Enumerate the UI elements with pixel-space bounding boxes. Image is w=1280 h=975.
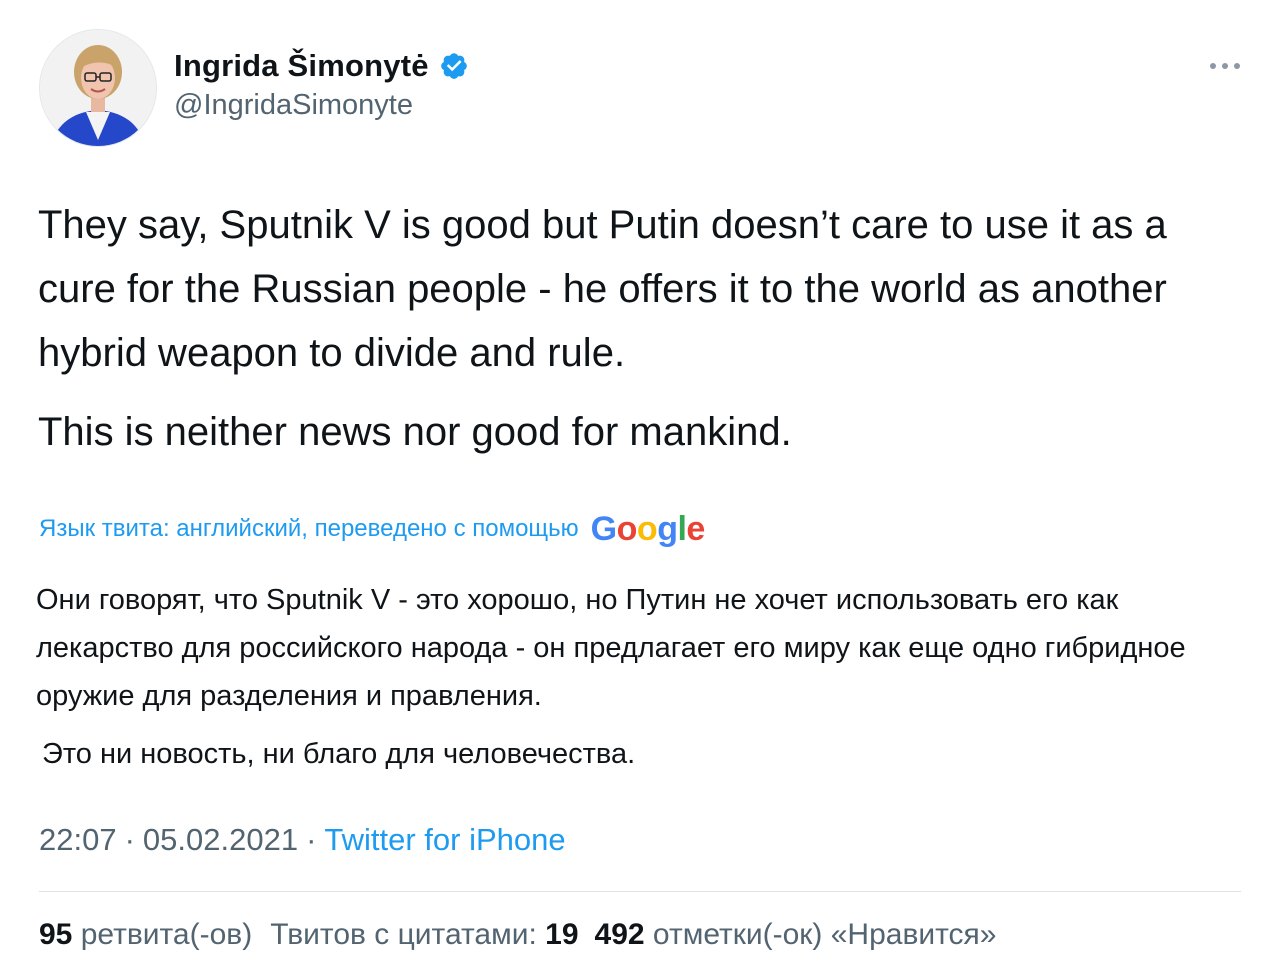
tweet-source[interactable]: Twitter for iPhone [324,822,565,858]
tweet-paragraph: They say, Sputnik V is good but Putin do… [38,203,1167,375]
google-logo-letter: l [677,509,687,548]
divider [39,891,1241,892]
meta-separator: · [124,822,135,857]
google-logo-letter: G [590,509,617,548]
translation-label[interactable]: Язык твита: английский, переведено с пом… [39,515,579,543]
tweet-text: They say, Sputnik V is good but Putin do… [38,193,1253,479]
translation-attribution[interactable]: Язык твита: английский, переведено с пом… [39,508,705,550]
more-dot [1234,63,1240,69]
translated-text: Они говорят, что Sputnik V - это хорошо,… [36,576,1251,788]
tweet-paragraph: This is neither news nor good for mankin… [38,410,792,454]
retweets-stat[interactable]: 95 ретвита(-ов) [39,918,252,952]
verified-badge-icon [440,53,467,79]
likes-stat[interactable]: 492 отметки(-ок) «Нравится» [595,918,997,952]
quotes-count: 19 [545,918,579,951]
google-logo-letter: o [616,509,638,548]
tweet-time[interactable]: 22:07 [39,822,117,858]
tweet-date[interactable]: 05.02.2021 [143,822,298,858]
google-logo-letter: e [686,509,705,548]
avatar[interactable] [39,29,157,147]
meta-separator: · [306,822,317,857]
translated-paragraph: Это ни новость, ни благо для человечеств… [42,738,636,770]
retweets-count: 95 [39,918,73,951]
more-horizontal-icon[interactable] [1210,56,1240,76]
likes-label: отметки(-ок) «Нравится» [652,918,997,951]
translated-paragraph: Они говорят, что Sputnik V - это хорошо,… [36,584,1186,712]
tweet-meta: 22:07 · 05.02.2021 · Twitter for iPhone [39,822,566,858]
author-handle[interactable]: @IngridaSimonyte [174,89,413,122]
quotes-stat[interactable]: Твитов с цитатами: 19 [270,918,578,952]
retweets-label: ретвита(-ов) [80,918,253,951]
google-logo-letter: o [636,509,658,548]
author-name[interactable]: Ingrida Šimonytė [174,48,429,84]
more-dot [1210,63,1216,69]
google-logo: G o o g l e [590,509,706,549]
tweet-stats: 95 ретвита(-ов) Твитов с цитатами: 19 49… [39,918,997,952]
likes-count: 492 [594,918,645,951]
quotes-label: Твитов с цитатами: [270,918,537,951]
author-name-row[interactable]: Ingrida Šimonytė [174,46,469,86]
more-dot [1222,63,1228,69]
google-logo-letter: g [657,509,678,548]
avatar-image [40,30,156,146]
